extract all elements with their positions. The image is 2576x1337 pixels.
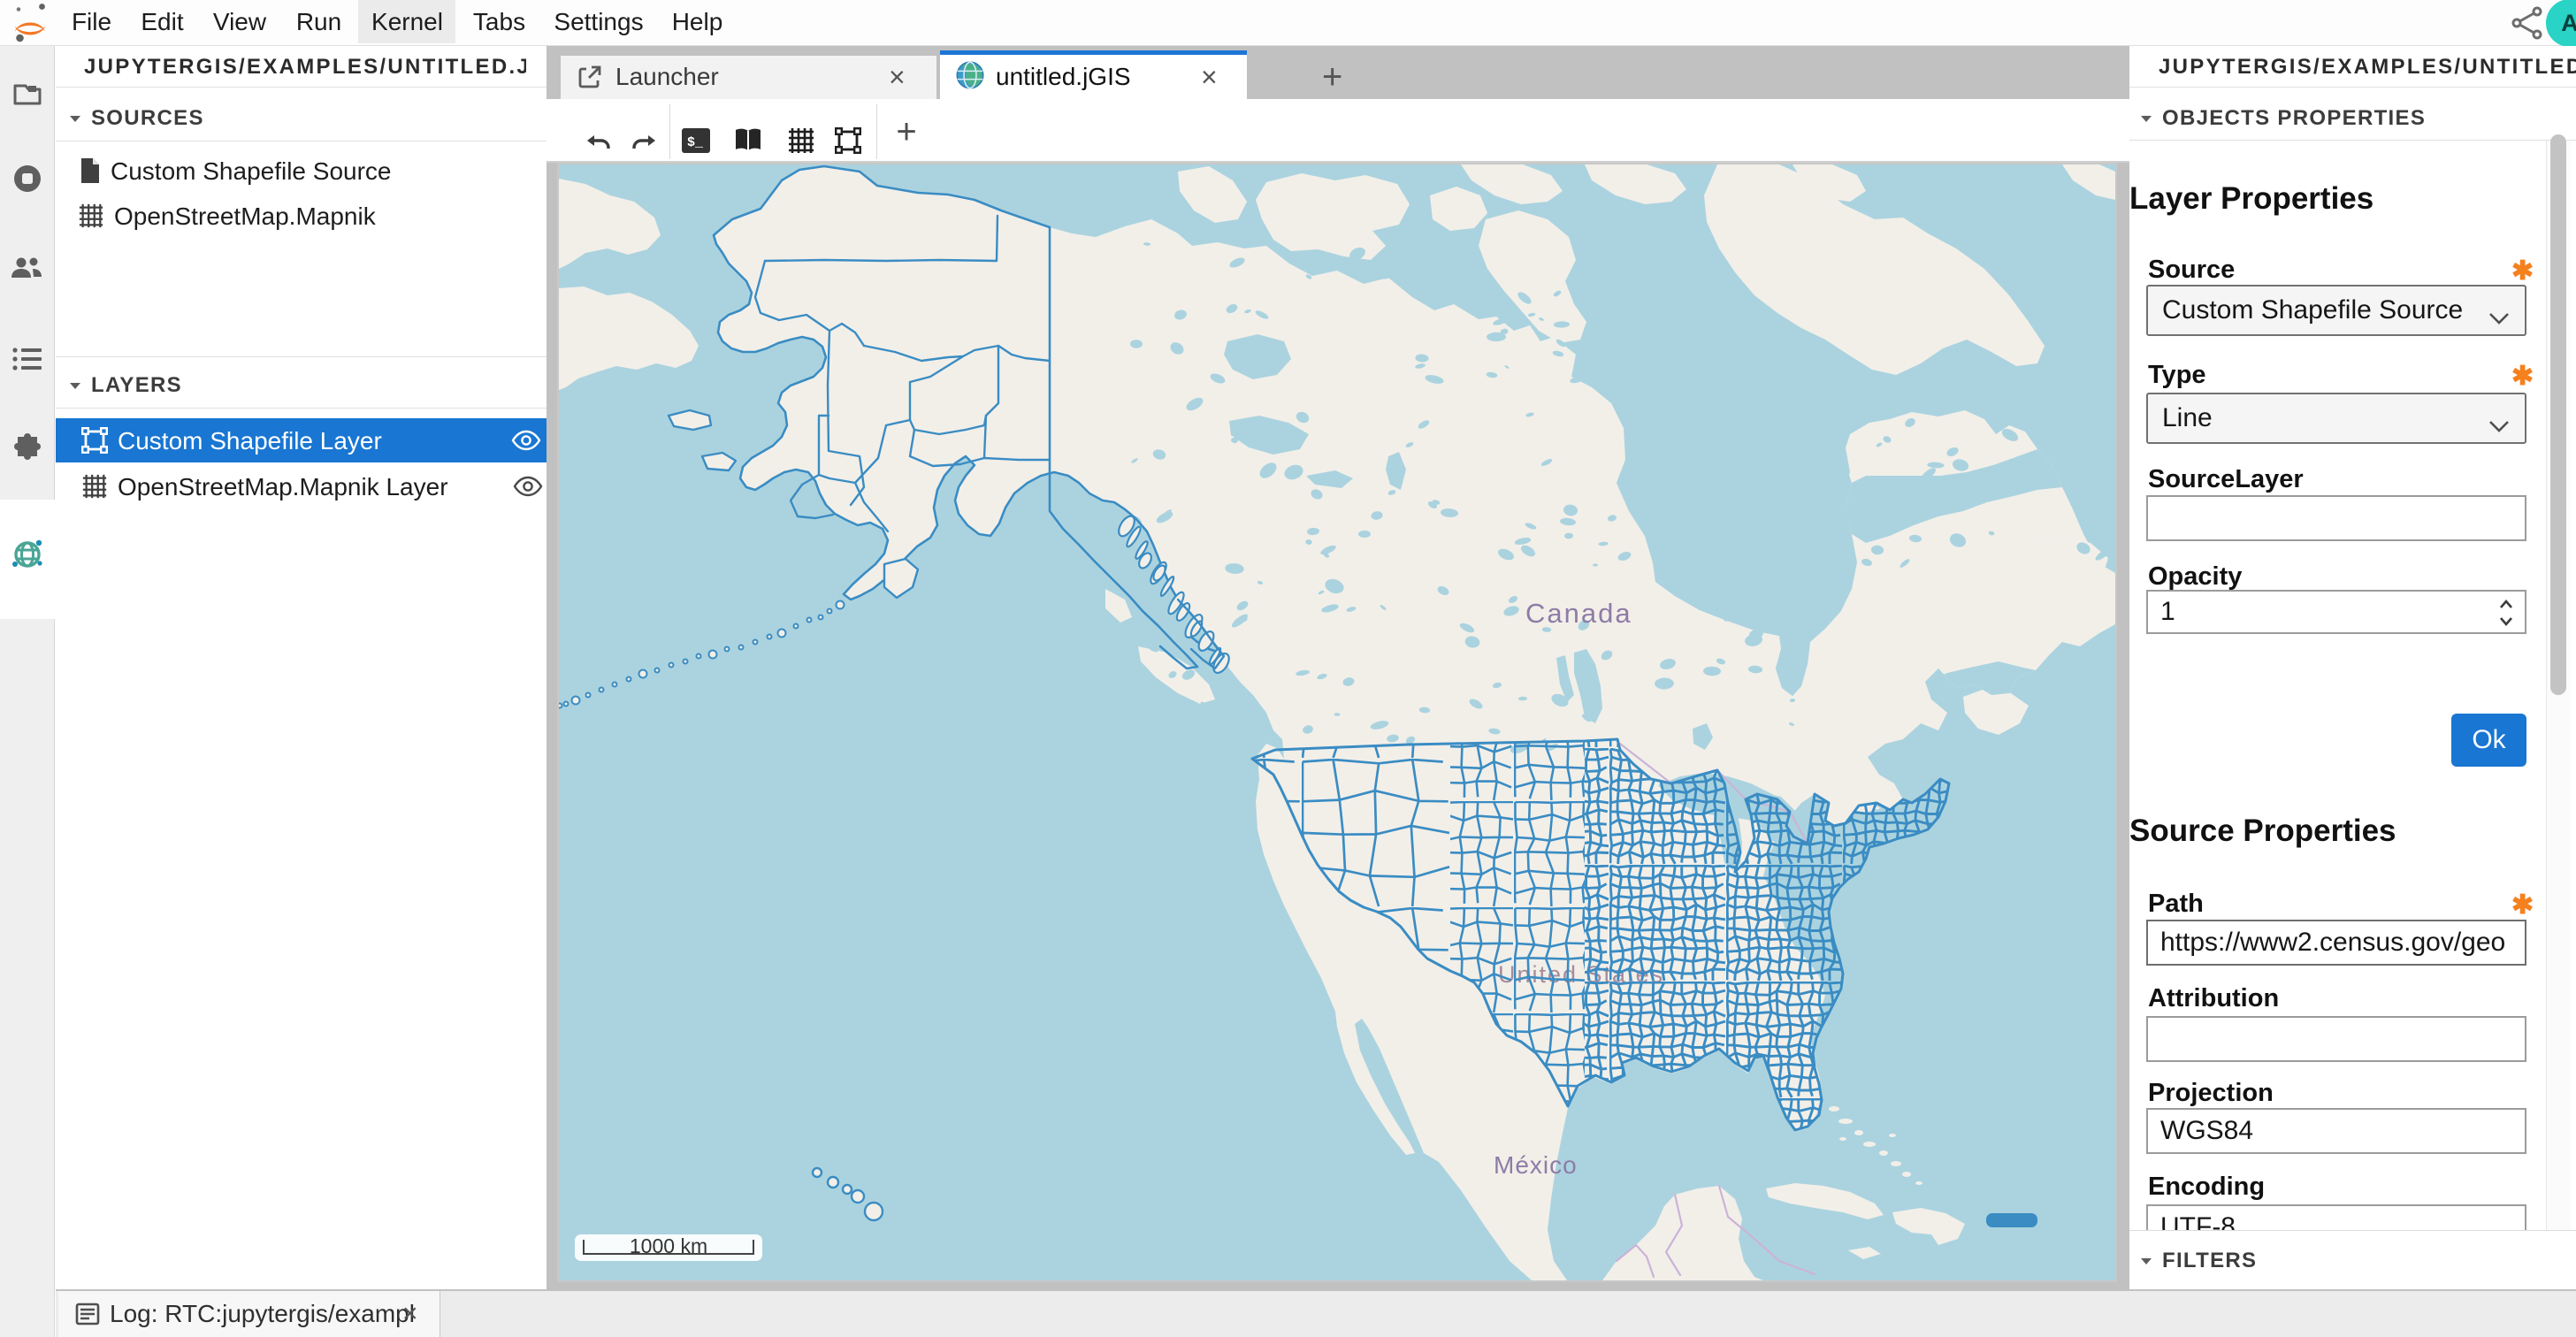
- svg-text:México: México: [1494, 1151, 1578, 1179]
- svg-text:1000 km: 1000 km: [630, 1234, 707, 1257]
- svg-text:$_: $_: [687, 135, 704, 150]
- svg-text:Canada: Canada: [1525, 598, 1632, 629]
